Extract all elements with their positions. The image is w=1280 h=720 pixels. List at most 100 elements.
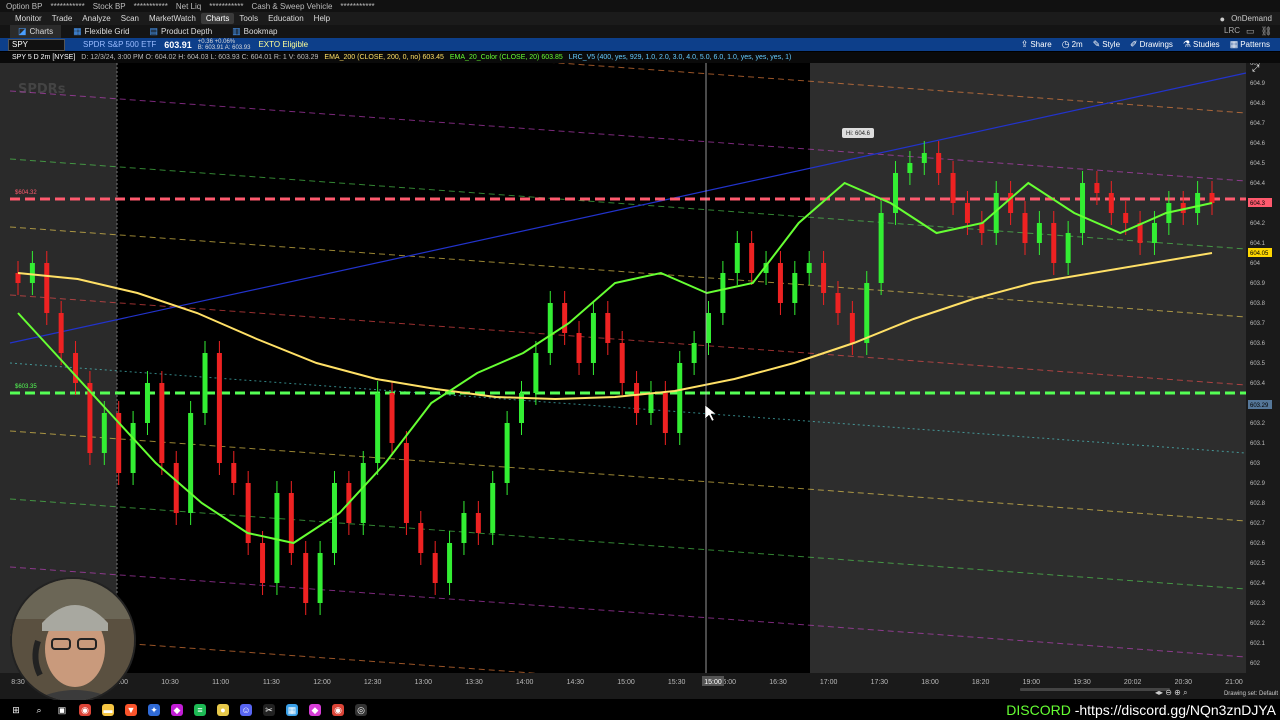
- account-field-4: Net Liq: [175, 1, 202, 11]
- last-price: 603.91: [164, 39, 192, 50]
- toolbar-patterns-button[interactable]: ▦ Patterns: [1230, 39, 1270, 50]
- tab-charts[interactable]: ◪ Charts: [10, 25, 62, 38]
- toolbar-style-button[interactable]: ✎ Style: [1093, 39, 1120, 50]
- candle-body: [964, 203, 970, 223]
- y-tick-label: 604.7: [1250, 121, 1266, 127]
- candle-body: [921, 153, 927, 163]
- tab-bookmap[interactable]: ▥ Bookmap: [224, 25, 285, 38]
- drawing-set-label[interactable]: Drawing set: Default: [1224, 691, 1278, 697]
- candle-body: [288, 493, 294, 553]
- menu-item-trade[interactable]: Trade: [47, 13, 78, 24]
- support-level-label: $603.35: [15, 384, 37, 390]
- ondemand-area[interactable]: ● OnDemand: [1220, 14, 1272, 24]
- y-tick-label: 604: [1250, 261, 1261, 267]
- candle-body: [576, 333, 582, 363]
- window-restore-icon[interactable]: ▭: [1246, 26, 1255, 37]
- chrome-2-icon[interactable]: ◉: [332, 704, 344, 716]
- brave-icon[interactable]: ▼: [125, 704, 137, 716]
- candle-body: [360, 463, 366, 523]
- candle-body: [547, 303, 553, 353]
- candle-body: [706, 313, 712, 343]
- windows-icon[interactable]: ⊞: [10, 704, 22, 716]
- discord-app-icon[interactable]: ☺: [240, 704, 252, 716]
- app-magenta-icon[interactable]: ◆: [309, 704, 321, 716]
- discord-link[interactable]: -https://discord.gg/NQn3znDJYA: [1075, 702, 1276, 718]
- y-tick-label: 602: [1250, 661, 1261, 667]
- x-tick-label: 18:20: [972, 679, 990, 686]
- 2m-icon: ◷: [1061, 39, 1070, 49]
- symbol-input[interactable]: SPY: [8, 38, 65, 51]
- candle-body: [533, 353, 539, 393]
- discord-label: DISCORD: [1006, 702, 1071, 718]
- time-axis[interactable]: 8:309:3010:0010:3011:0011:3012:0012:3013…: [0, 673, 1280, 699]
- x-tick-label: 17:30: [871, 679, 889, 686]
- candle-body: [821, 263, 827, 293]
- spotify-icon[interactable]: ≡: [194, 704, 206, 716]
- time-scrollbar[interactable]: [1020, 688, 1170, 691]
- y-tick-label: 603: [1250, 461, 1261, 467]
- chart-toolbar: SPY SPDR S&P 500 ETF 603.91 +0.36 +0.06%…: [0, 38, 1280, 51]
- candle-body: [303, 553, 309, 603]
- menu-item-marketwatch[interactable]: MarketWatch: [144, 13, 201, 24]
- toolbar-studies-button[interactable]: ⚗ Studies: [1183, 39, 1220, 50]
- menu-item-charts[interactable]: Charts: [200, 13, 235, 24]
- price-chart[interactable]: SPDRs$604.32$603.35Hi: 604.6605604.9604.…: [0, 63, 1280, 673]
- toolbar-label: Share: [1030, 40, 1052, 49]
- y-tick-label: 602.9: [1250, 481, 1266, 487]
- menu-item-monitor[interactable]: Monitor: [10, 13, 47, 24]
- search-icon[interactable]: ⌕: [33, 704, 45, 716]
- obs-icon[interactable]: ◎: [355, 704, 367, 716]
- thinkorswim-icon[interactable]: ✦: [148, 704, 160, 716]
- capcut-icon[interactable]: ✂: [263, 704, 275, 716]
- x-tick-label: 13:30: [465, 679, 483, 686]
- candle-body: [1036, 223, 1042, 243]
- app-blue-icon[interactable]: ▦: [286, 704, 298, 716]
- y-tick-label: 602.6: [1250, 541, 1266, 547]
- bookmap-icon: ▥: [232, 26, 241, 36]
- x-tick-label: 8:30: [11, 679, 25, 686]
- crosshair-time-label: 15:00: [704, 679, 722, 686]
- toolbar-2m-button[interactable]: ◷ 2m: [1062, 39, 1083, 50]
- menu-item-help[interactable]: Help: [309, 13, 335, 24]
- y-tick-label: 603.5: [1250, 361, 1266, 367]
- price-tag-label: 604.05: [1250, 251, 1269, 257]
- tab-flexible-grid[interactable]: ▦ Flexible Grid: [65, 25, 137, 38]
- app-diamond-icon[interactable]: ◆: [171, 704, 183, 716]
- candle-body: [835, 293, 841, 313]
- y-tick-label: 602.7: [1250, 521, 1266, 527]
- candle-body: [864, 283, 870, 343]
- chrome-icon[interactable]: ◉: [79, 704, 91, 716]
- expand-icon[interactable]: ⤢: [1251, 63, 1259, 73]
- candle-body: [806, 263, 812, 273]
- study-info-4: LRC_V5 (400, yes, 929, 1.0, 2.0, 3.0, 4.…: [568, 54, 792, 61]
- y-tick-label: 603.1: [1250, 441, 1266, 447]
- menu-item-scan[interactable]: Scan: [116, 13, 144, 24]
- charts-icon: ◪: [18, 26, 27, 36]
- y-tick-label: 602.5: [1250, 561, 1266, 567]
- menu-item-tools[interactable]: Tools: [234, 13, 263, 24]
- toolbar-drawings-button[interactable]: ✐ Drawings: [1130, 39, 1173, 50]
- app-yellow-icon[interactable]: ●: [217, 704, 229, 716]
- candle-body: [504, 423, 510, 483]
- candle-body: [1108, 193, 1114, 213]
- candle-body: [777, 263, 783, 303]
- x-tick-label: 20:02: [1124, 679, 1142, 686]
- toolbar-share-button[interactable]: ⇪ Share: [1021, 39, 1052, 50]
- candle-body: [44, 263, 50, 313]
- account-field-1: ***********: [50, 1, 85, 11]
- menu-item-analyze[interactable]: Analyze: [77, 13, 115, 24]
- file-explorer-icon[interactable]: ▬: [102, 704, 114, 716]
- task-view-icon[interactable]: ▣: [56, 704, 68, 716]
- x-tick-label: 14:00: [516, 679, 534, 686]
- link-icon[interactable]: ⛓: [1261, 26, 1272, 37]
- candle-body: [375, 393, 381, 463]
- zoom-controls-icon[interactable]: ◂▸ ⊖ ⊕ ⌕: [1155, 688, 1188, 697]
- x-tick-label: 19:30: [1073, 679, 1091, 686]
- candle-body: [317, 553, 323, 603]
- tab-product-depth[interactable]: ▤ Product Depth: [142, 25, 221, 38]
- candle-body: [677, 363, 683, 433]
- menu-item-education[interactable]: Education: [263, 13, 309, 24]
- y-tick-label: 602.3: [1250, 601, 1266, 607]
- presenter-webcam: [10, 577, 136, 703]
- x-tick-label: 11:30: [263, 679, 280, 686]
